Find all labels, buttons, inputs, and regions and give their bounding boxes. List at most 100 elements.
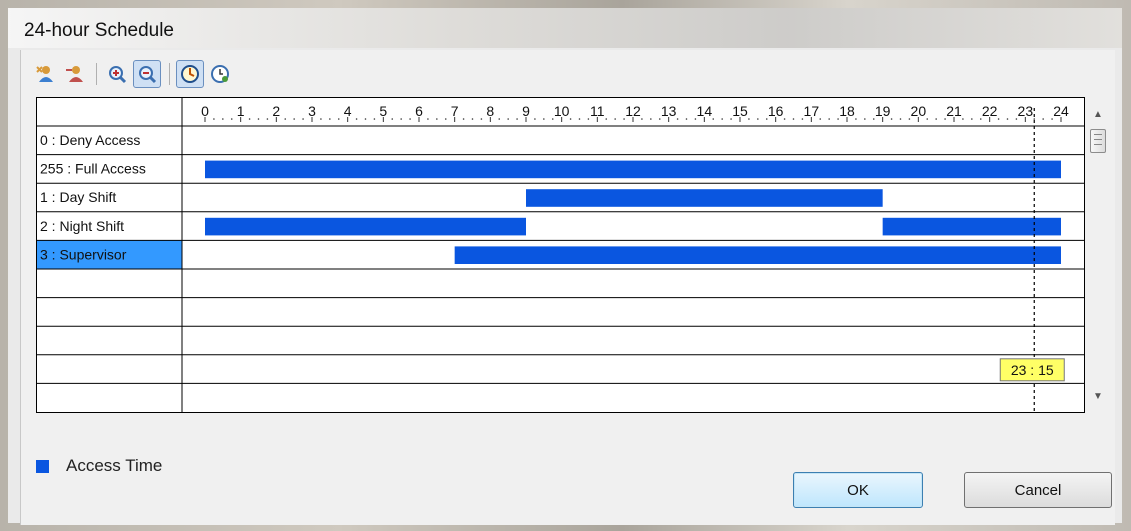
hour-tick-label: 23 xyxy=(1018,103,1034,119)
minor-tick xyxy=(641,118,643,120)
minor-tick xyxy=(962,118,964,120)
minor-tick xyxy=(676,118,679,120)
current-time-label: 23 : 15 xyxy=(1011,362,1054,378)
hour-tick-label: 24 xyxy=(1053,103,1069,119)
scroll-thumb[interactable] xyxy=(1090,129,1106,153)
hour-tick-label: 20 xyxy=(911,103,927,119)
hour-tick-label: 14 xyxy=(697,103,713,119)
minor-tick xyxy=(890,118,893,120)
access-time-bar[interactable] xyxy=(454,246,1062,264)
hour-tick-label: 7 xyxy=(451,103,459,119)
hour-tick-label: 11 xyxy=(590,103,605,119)
access-time-bar[interactable] xyxy=(882,217,1061,236)
minor-tick xyxy=(685,118,688,120)
minor-tick xyxy=(855,118,857,120)
remove-user-button[interactable] xyxy=(60,60,88,88)
minor-tick xyxy=(828,118,830,120)
row-label[interactable]: 255 : Full Access xyxy=(40,161,146,177)
minor-tick xyxy=(364,118,367,120)
minor-tick xyxy=(783,118,786,120)
minor-tick xyxy=(899,118,902,120)
hour-tick-label: 12 xyxy=(625,103,641,119)
row-label[interactable]: 3 : Supervisor xyxy=(40,246,127,262)
hour-tick-label: 21 xyxy=(946,103,962,119)
hour-tick-label: 0 xyxy=(201,103,209,119)
remove-user-icon xyxy=(66,66,83,82)
zoom-in-button[interactable] xyxy=(103,60,131,88)
minor-tick xyxy=(213,118,215,120)
minor-tick xyxy=(997,118,1000,120)
minor-tick xyxy=(935,118,937,120)
scroll-up-icon[interactable]: ▲ xyxy=(1093,109,1103,120)
minor-tick xyxy=(864,118,866,120)
legend: Access Time xyxy=(36,456,162,476)
clock-settings-icon xyxy=(211,65,229,83)
minor-tick xyxy=(792,118,795,120)
minor-tick xyxy=(498,118,501,120)
minor-tick xyxy=(391,118,394,120)
clock-icon xyxy=(181,65,199,83)
zoom-in-icon xyxy=(109,66,127,84)
hour-tick-label: 1 xyxy=(237,103,245,119)
minor-tick xyxy=(712,118,715,120)
access-time-bar[interactable] xyxy=(205,160,1061,179)
zoom-out-icon xyxy=(139,66,157,84)
zoom-out-button[interactable] xyxy=(133,60,161,88)
minor-tick xyxy=(721,118,723,120)
minor-tick xyxy=(926,118,929,120)
minor-tick xyxy=(462,118,465,120)
minor-tick xyxy=(605,118,608,120)
scroll-down-icon[interactable]: ▼ xyxy=(1093,391,1103,402)
hour-tick-label: 4 xyxy=(344,103,352,119)
toolbar-separator xyxy=(96,63,97,85)
hour-tick-label: 18 xyxy=(839,103,855,119)
row-label[interactable]: 0 : Deny Access xyxy=(40,132,140,148)
minor-tick xyxy=(587,118,590,120)
minor-tick xyxy=(409,118,411,120)
minor-tick xyxy=(284,118,287,120)
hour-tick-label: 15 xyxy=(732,103,748,119)
clock-button[interactable] xyxy=(176,60,204,88)
minor-tick xyxy=(329,118,331,120)
minor-tick xyxy=(1033,118,1036,120)
access-time-bar[interactable] xyxy=(205,217,526,236)
minor-tick xyxy=(355,118,358,120)
minor-tick xyxy=(320,118,322,120)
minor-tick xyxy=(373,118,376,120)
title-bar[interactable]: 24-hour Schedule xyxy=(8,8,1122,48)
hour-tick-label: 6 xyxy=(415,103,423,119)
minor-tick xyxy=(222,118,224,120)
minor-tick xyxy=(1042,118,1044,120)
add-user-button[interactable] xyxy=(30,60,58,88)
minor-tick xyxy=(257,118,260,120)
hour-tick-label: 22 xyxy=(982,103,998,119)
minor-tick xyxy=(516,118,518,120)
minor-tick xyxy=(748,118,750,120)
minor-tick xyxy=(614,118,616,120)
minor-tick xyxy=(436,118,438,120)
minor-tick xyxy=(757,118,759,120)
cancel-button[interactable]: Cancel xyxy=(964,472,1112,508)
window-title: 24-hour Schedule xyxy=(24,20,174,41)
minor-tick xyxy=(534,118,536,120)
access-time-bar[interactable] xyxy=(526,189,883,207)
add-user-icon xyxy=(36,66,53,82)
hour-tick-label: 17 xyxy=(804,103,820,119)
minor-tick xyxy=(650,118,652,120)
minor-tick xyxy=(248,118,251,120)
vertical-scrollbar[interactable]: ▲ ▼ xyxy=(1086,97,1112,413)
legend-label: Access Time xyxy=(66,456,163,475)
minor-tick xyxy=(569,118,572,120)
row-label[interactable]: 2 : Night Shift xyxy=(40,218,124,234)
clock-settings-button[interactable] xyxy=(206,60,234,88)
minor-tick xyxy=(543,118,545,120)
schedule-timeline[interactable]: 0 1 2 3 4 5 6 7 8 9 10 11 12 13 14 15 16 17 18 19 20 21 22 23 24… xyxy=(37,98,1084,412)
minor-tick xyxy=(230,118,233,120)
minor-tick xyxy=(400,118,402,120)
legend-swatch xyxy=(36,459,49,473)
ok-button[interactable]: OK xyxy=(793,472,923,508)
toolbar-separator xyxy=(169,63,170,85)
hour-tick-label: 13 xyxy=(661,103,677,119)
schedule-grid: 0 1 2 3 4 5 6 7 8 9 10 11 12 13 14 15 16 17 18 19 20 21 22 23 24… xyxy=(36,97,1085,413)
row-label[interactable]: 1 : Day Shift xyxy=(40,189,116,205)
